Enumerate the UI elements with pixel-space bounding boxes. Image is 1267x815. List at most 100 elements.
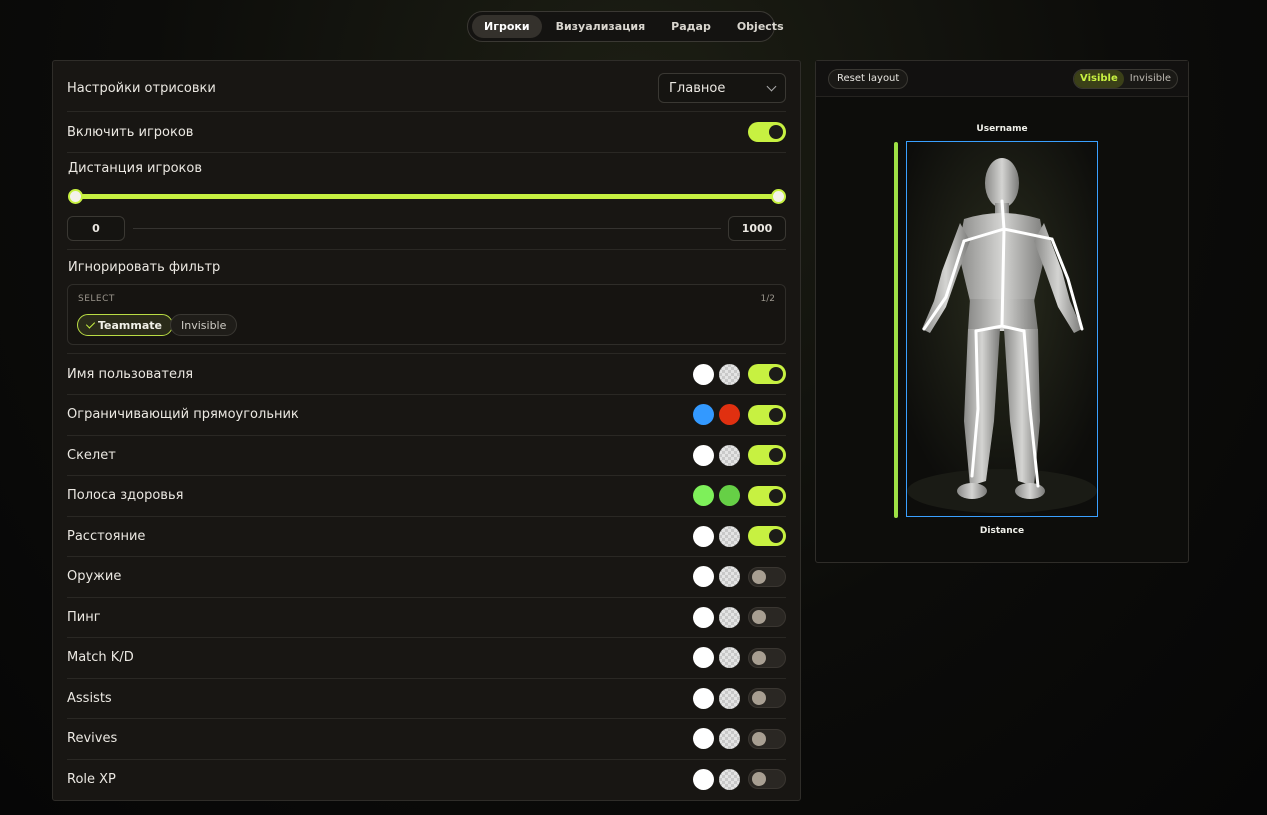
settings-panel: Настройки отрисовки Главное Включить игр… (52, 60, 801, 801)
distance-slider-track[interactable] (75, 194, 779, 199)
primary-color-swatch[interactable] (693, 566, 714, 587)
toggle-knob (769, 407, 783, 422)
primary-color-swatch[interactable] (693, 647, 714, 668)
primary-color-swatch[interactable] (693, 525, 714, 547)
preview-bounding-box (906, 141, 1098, 517)
distance-slider-max-handle[interactable] (771, 189, 786, 204)
option-toggle[interactable] (748, 566, 786, 587)
toggle-knob (769, 448, 783, 462)
option-label: Имя пользователя (67, 366, 194, 382)
toggle-knob (769, 367, 783, 381)
option-row: Пинг (67, 597, 786, 638)
chip-label: Teammate (98, 318, 162, 332)
option-controls (693, 444, 786, 466)
secondary-color-swatch[interactable] (719, 444, 740, 466)
chip-invisible[interactable]: Invisible (170, 314, 238, 336)
option-label: Role XP (67, 771, 116, 787)
option-controls (693, 728, 786, 749)
toggle-knob (752, 610, 766, 624)
option-toggle[interactable] (748, 688, 786, 708)
option-toggle[interactable] (748, 728, 786, 749)
toggle-knob (752, 650, 766, 665)
option-controls (693, 485, 786, 506)
primary-color-swatch[interactable] (693, 363, 714, 385)
secondary-color-swatch[interactable] (719, 768, 740, 790)
ignore-filter-select[interactable]: SELECT 1/2 Teammate Invisible (67, 284, 786, 345)
ignore-filter-label: Игнорировать фильтр (68, 260, 221, 275)
tab-radar[interactable]: Радар (659, 15, 723, 38)
visible-button[interactable]: Visible (1074, 70, 1124, 88)
secondary-color-swatch[interactable] (719, 525, 740, 547)
option-toggle[interactable] (748, 769, 786, 789)
primary-color-swatch[interactable] (693, 444, 714, 466)
preview-toolbar: Reset layout Visible Invisible (816, 61, 1188, 97)
option-toggle[interactable] (748, 526, 786, 546)
option-toggle[interactable] (748, 647, 786, 668)
primary-color-swatch[interactable] (693, 768, 714, 790)
enable-players-row: Включить игроков (67, 112, 786, 153)
secondary-color-swatch[interactable] (719, 687, 740, 709)
invisible-button[interactable]: Invisible (1124, 70, 1177, 88)
toggle-knob (752, 731, 766, 746)
primary-color-swatch[interactable] (693, 606, 714, 628)
option-row: Имя пользователя (67, 354, 786, 395)
option-row: Match K/D (67, 638, 786, 679)
option-label: Расстояние (67, 528, 146, 544)
secondary-color-swatch[interactable] (719, 566, 740, 587)
filter-select-count: 1/2 (760, 294, 775, 304)
toggle-knob (752, 772, 766, 786)
draw-settings-select[interactable]: Главное (658, 73, 786, 103)
option-controls (693, 606, 786, 628)
primary-color-swatch[interactable] (693, 687, 714, 709)
draw-settings-value: Главное (669, 80, 726, 96)
distance-min-input[interactable]: 0 (67, 216, 125, 241)
secondary-color-swatch[interactable] (719, 647, 740, 668)
option-row: Оружие (67, 557, 786, 598)
toggle-knob (752, 691, 766, 705)
tab-objects[interactable]: Objects (725, 15, 796, 38)
secondary-color-swatch[interactable] (719, 404, 740, 425)
option-row: Revives (67, 719, 786, 760)
option-row: Assists (67, 678, 786, 719)
preview-health-bar (894, 142, 898, 518)
tab-players[interactable]: Игроки (472, 15, 542, 38)
option-toggle[interactable] (748, 607, 786, 627)
primary-color-swatch[interactable] (693, 728, 714, 749)
option-controls (693, 687, 786, 709)
draw-settings-row: Настройки отрисовки Главное (67, 65, 786, 112)
option-toggle[interactable] (748, 404, 786, 425)
option-toggle[interactable] (748, 364, 786, 384)
esp-preview-panel: Reset layout Visible Invisible Username (815, 60, 1189, 563)
secondary-color-swatch[interactable] (719, 728, 740, 749)
chip-label: Invisible (181, 318, 227, 332)
reset-layout-button[interactable]: Reset layout (828, 69, 909, 89)
enable-players-toggle[interactable] (748, 122, 786, 142)
draw-settings-label: Настройки отрисовки (67, 80, 216, 96)
option-label: Скелет (67, 447, 116, 463)
option-row: Скелет (67, 435, 786, 476)
option-label: Пинг (67, 609, 101, 625)
distance-slider-min-handle[interactable] (68, 189, 83, 204)
tab-visualization[interactable]: Визуализация (544, 15, 658, 38)
toggle-knob (769, 529, 783, 543)
distance-max-input[interactable]: 1000 (728, 216, 786, 241)
option-toggle[interactable] (748, 485, 786, 506)
option-row: Полоса здоровья (67, 476, 786, 517)
chip-teammate[interactable]: Teammate (77, 314, 173, 336)
preview-username: Username (976, 124, 1028, 134)
option-row: Ограничивающий прямоугольник (67, 395, 786, 436)
secondary-color-swatch[interactable] (719, 606, 740, 628)
option-label: Match K/D (67, 650, 134, 665)
toggle-knob (769, 488, 783, 503)
option-label: Revives (67, 731, 118, 746)
option-controls (693, 647, 786, 668)
primary-color-swatch[interactable] (693, 404, 714, 425)
option-toggle[interactable] (748, 445, 786, 465)
primary-color-swatch[interactable] (693, 485, 714, 506)
toggle-knob (769, 125, 783, 139)
divider (67, 249, 786, 250)
secondary-color-swatch[interactable] (719, 363, 740, 385)
secondary-color-swatch[interactable] (719, 485, 740, 506)
option-controls (693, 404, 786, 425)
option-label: Полоса здоровья (67, 488, 184, 503)
